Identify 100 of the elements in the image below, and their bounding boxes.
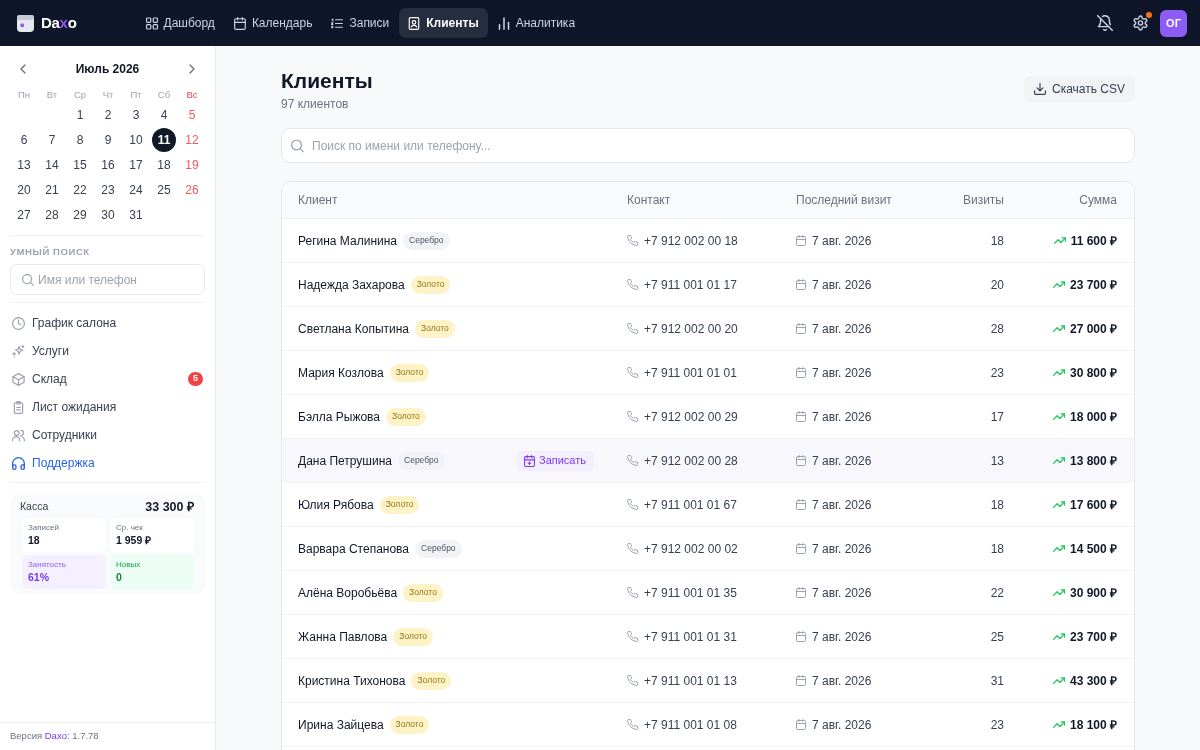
- table-row[interactable]: Варвара Степанова Серебро +7 912 002 00 02 7 авг. 2026 18 14 500 ₽: [282, 527, 1134, 571]
- client-name: Ирина Зайцева: [298, 716, 384, 734]
- sidebar-item[interactable]: Сотрудники: [10, 421, 205, 449]
- calendar-day[interactable]: 15: [68, 152, 92, 177]
- table-row[interactable]: Алёна Воробьёва Золото +7 911 001 01 35 7 авг. 2026 22 30 900 ₽: [282, 571, 1134, 615]
- book-button[interactable]: Записать: [516, 450, 594, 471]
- table-row[interactable]: Светлана Копытина Золото +7 912 002 00 20 7 авг. 2026 28 27 000 ₽: [282, 307, 1134, 351]
- cash-total: 33 300 ₽: [145, 498, 194, 516]
- sparkles-icon: [12, 344, 25, 358]
- tier-tag: Золото: [411, 671, 452, 690]
- next-month-button[interactable]: [189, 64, 195, 74]
- total-amount: 23 700 ₽: [1069, 628, 1117, 646]
- calendar-day[interactable]: 14: [40, 152, 64, 177]
- search-field[interactable]: Поиск по имени или телефону...: [281, 128, 1135, 163]
- calendar-day[interactable]: 4: [152, 102, 176, 127]
- stat-value: 18: [28, 533, 41, 547]
- calendar-day[interactable]: 18: [152, 152, 176, 177]
- tier-tag: Золото: [386, 407, 426, 426]
- calendar-day[interactable]: 16: [96, 152, 120, 177]
- column-header[interactable]: Последний визит: [796, 191, 946, 209]
- calendar-day[interactable]: 10: [124, 127, 148, 152]
- visit-count: 18: [990, 496, 1004, 514]
- sidebar-item[interactable]: Склад: [10, 365, 188, 393]
- calendar-icon: [796, 323, 806, 334]
- tier-tag: Серебро: [398, 451, 445, 470]
- visit-count: 18: [990, 232, 1004, 250]
- table-row[interactable]: Ирина Зайцева Золото +7 911 001 01 08 7 авг. 2026 23 18 100 ₽: [282, 703, 1134, 747]
- calendar-day[interactable]: 6: [12, 127, 36, 152]
- calendar-day[interactable]: 11: [152, 127, 176, 152]
- stat-label: Новых: [116, 560, 142, 570]
- table-row[interactable]: Кристина Тихонова Золото +7 911 001 01 13 7 авг. 2026 31 43 300 ₽: [282, 659, 1134, 703]
- calendar-day[interactable]: 28: [40, 202, 64, 227]
- calendar-day[interactable]: 8: [68, 127, 92, 152]
- visit-count: 13: [990, 452, 1004, 470]
- table-row[interactable]: Жанна Павлова Золото +7 911 001 01 31 7 авг. 2026 25 23 700 ₽: [282, 615, 1134, 659]
- table-row[interactable]: Юлия Рябова Золото +7 911 001 01 67 7 авг. 2026 18 17 600 ₽: [282, 483, 1134, 527]
- user-avatar[interactable]: ОГ: [1160, 9, 1187, 37]
- column-header[interactable]: Контакт: [627, 191, 796, 209]
- nav-tab[interactable]: Записи: [322, 8, 399, 38]
- table-row[interactable]: Дана Петрушина Серебро Записать +7 912 002 00 28 7 авг. 2026 13 13 800 ₽: [282, 439, 1134, 483]
- phone-icon: [627, 323, 638, 334]
- visit-count: 18: [990, 540, 1004, 558]
- stat-label: Записей: [28, 523, 60, 533]
- total-amount: 30 900 ₽: [1069, 584, 1117, 602]
- column-header[interactable]: Сумма: [1079, 191, 1117, 209]
- calendar-icon: [796, 631, 806, 642]
- brand-name[interactable]: Daxo: [41, 14, 77, 32]
- calendar-day[interactable]: 27: [12, 202, 36, 227]
- calendar-day[interactable]: 3: [124, 102, 148, 127]
- calendar-day[interactable]: 30: [96, 202, 120, 227]
- nav-tab[interactable]: Дашборд: [136, 8, 224, 38]
- calendar-day[interactable]: 31: [124, 202, 148, 227]
- download-csv-button[interactable]: Скачать CSV: [1024, 76, 1135, 102]
- client-name: Юлия Рябова: [298, 496, 374, 514]
- stat-value: 0: [116, 570, 123, 584]
- sidebar-item[interactable]: Услуги: [10, 337, 205, 365]
- calendar-day[interactable]: 9: [96, 127, 120, 152]
- phone-number: +7 911 001 01 08: [644, 716, 737, 734]
- nav-tab[interactable]: Аналитика: [488, 8, 585, 38]
- calendar-icon: [233, 16, 246, 30]
- calendar-day[interactable]: 7: [40, 127, 64, 152]
- sidebar-item[interactable]: Поддержка: [10, 449, 205, 477]
- client-name: Бэлла Рыжова: [298, 408, 380, 426]
- search-field[interactable]: Имя или телефон: [10, 264, 205, 295]
- calendar-logo-icon[interactable]: [17, 14, 34, 32]
- previous-month-button[interactable]: [20, 64, 26, 74]
- notifications-button[interactable]: [1097, 15, 1113, 31]
- calendar-day[interactable]: 1: [68, 102, 92, 127]
- calendar-day[interactable]: 17: [124, 152, 148, 177]
- sidebar-item[interactable]: Лист ожидания: [10, 393, 205, 421]
- calendar-day[interactable]: 24: [124, 177, 148, 202]
- users-icon: [12, 428, 25, 442]
- calendar-day[interactable]: 29: [68, 202, 92, 227]
- stat-label: Занятость: [28, 560, 67, 570]
- column-header[interactable]: Клиент: [298, 191, 627, 209]
- total-amount: 27 000 ₽: [1069, 320, 1117, 338]
- calendar-day[interactable]: 21: [40, 177, 64, 202]
- phone-number: +7 911 001 01 17: [644, 276, 737, 294]
- table-row[interactable]: Регина Малинина Серебро +7 912 002 00 18 7 авг. 2026 18 11 600 ₽: [282, 219, 1134, 263]
- stat-value: 1 959 ₽: [116, 533, 153, 547]
- column-header[interactable]: Визиты: [962, 191, 1004, 209]
- table-row[interactable]: Мария Козлова Золото +7 911 001 01 01 7 авг. 2026 23 30 800 ₽: [282, 351, 1134, 395]
- calendar-day[interactable]: 13: [12, 152, 36, 177]
- tier-tag: Серебро: [403, 231, 450, 250]
- visit-count: 28: [990, 320, 1004, 338]
- table-row[interactable]: Надежда Захарова Золото +7 911 001 01 17 7 авг. 2026 20 23 700 ₽: [282, 263, 1134, 307]
- calendar-day[interactable]: 25: [152, 177, 176, 202]
- nav-tab[interactable]: Календарь: [224, 8, 322, 38]
- clock-icon: [12, 316, 25, 330]
- calendar-day[interactable]: 20: [12, 177, 36, 202]
- settings-button[interactable]: [1133, 15, 1148, 31]
- visit-count: 23: [990, 716, 1004, 734]
- sidebar-item[interactable]: График салона: [10, 309, 205, 337]
- calendar-icon: [796, 411, 806, 422]
- calendar-icon: [796, 367, 806, 378]
- total-amount: 23 700 ₽: [1069, 276, 1117, 294]
- nav-tab[interactable]: Клиенты: [399, 8, 488, 38]
- calendar-day[interactable]: 2: [96, 102, 120, 127]
- calendar-day[interactable]: 23: [96, 177, 120, 202]
- calendar-day[interactable]: 22: [68, 177, 92, 202]
